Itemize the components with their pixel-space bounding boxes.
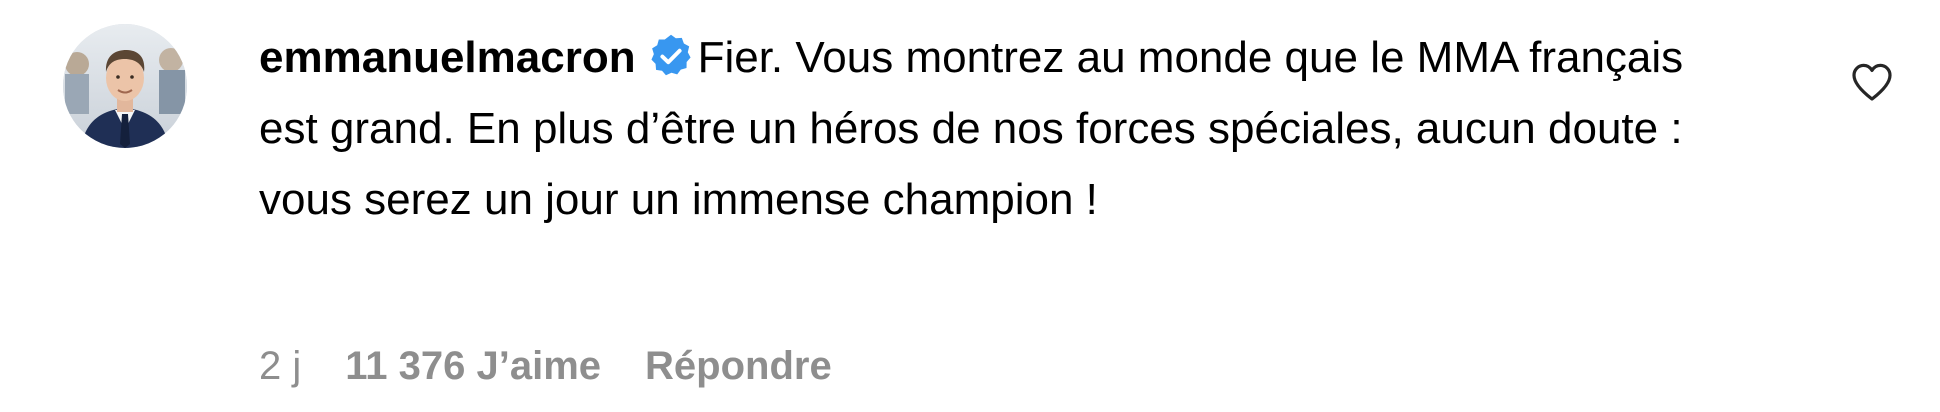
like-button[interactable] [1848,58,1896,106]
comment-body: emmanuelmacron Fier. Vous montrez au mon… [259,22,1719,235]
heart-outline-icon [1848,58,1896,106]
comment: emmanuelmacron Fier. Vous montrez au mon… [0,0,1940,412]
verified-badge-icon [648,33,694,79]
avatar[interactable] [63,24,187,148]
comment-timestamp[interactable]: 2 j [259,344,301,388]
username-link[interactable]: emmanuelmacron [259,33,636,82]
reply-button[interactable]: Répondre [645,344,832,388]
likes-count-button[interactable]: 11 376 J’aime [345,344,601,388]
comment-meta: 2 j 11 376 J’aime Répondre [259,340,832,392]
